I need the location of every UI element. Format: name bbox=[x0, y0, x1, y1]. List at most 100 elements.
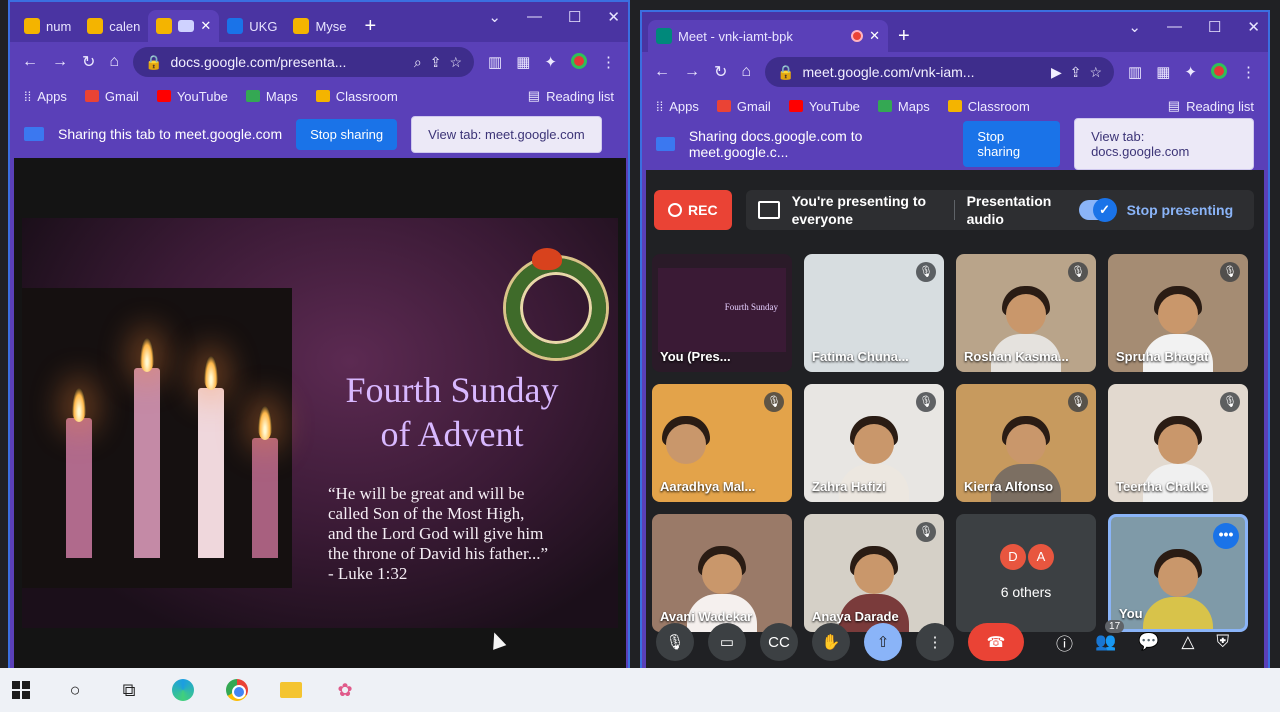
share-icon[interactable]: ⇪ bbox=[1070, 64, 1082, 81]
chrome-browser-icon[interactable] bbox=[224, 677, 250, 703]
grid-extension-icon[interactable]: ▦ bbox=[516, 53, 530, 71]
bookmark-classroom[interactable]: Classroom bbox=[947, 99, 1030, 114]
back-arrow-icon[interactable]: ← bbox=[654, 63, 670, 81]
new-tab-button[interactable]: + bbox=[355, 10, 387, 42]
new-tab-button[interactable]: + bbox=[888, 20, 920, 52]
tab-5[interactable]: Myse bbox=[285, 10, 354, 42]
camera-button[interactable]: ▭ bbox=[708, 623, 746, 661]
menu-kebab-icon[interactable]: ⋮ bbox=[601, 53, 616, 71]
bookmark-maps[interactable]: Maps bbox=[245, 89, 298, 104]
participant-tile[interactable]: 🎙 Kierra Alfonso bbox=[956, 384, 1096, 502]
forward-arrow-icon[interactable]: → bbox=[52, 53, 68, 71]
zoom-icon[interactable]: ⌕ bbox=[414, 54, 422, 71]
bookmark-star-icon[interactable]: ☆ bbox=[449, 54, 462, 71]
leave-call-button[interactable]: ☎ bbox=[968, 623, 1024, 661]
person-favicon-icon bbox=[227, 18, 244, 34]
lock-icon[interactable]: 🔒 bbox=[777, 64, 794, 81]
participant-tile-presentation[interactable]: Fourth Sunday You (Pres... bbox=[652, 254, 792, 372]
others-tile[interactable]: D A 6 others bbox=[956, 514, 1096, 632]
stop-sharing-button[interactable]: Stop sharing bbox=[963, 121, 1061, 167]
bookmark-apps[interactable]: ⁞⁞ Apps bbox=[656, 99, 699, 114]
reload-icon[interactable]: ↻ bbox=[714, 62, 727, 82]
participant-tile[interactable]: 🎙 Fatima Chuna... bbox=[804, 254, 944, 372]
profile-avatar[interactable] bbox=[571, 53, 587, 69]
task-view-icon[interactable]: ⧉ bbox=[116, 677, 142, 703]
reload-icon[interactable]: ↻ bbox=[82, 52, 95, 72]
presentation-audio-toggle[interactable] bbox=[1078, 198, 1117, 222]
close-tab-icon[interactable]: ✕ bbox=[869, 28, 880, 44]
reading-mode-icon[interactable]: ▥ bbox=[488, 53, 502, 71]
raise-hand-button[interactable]: ✋ bbox=[812, 623, 850, 661]
puzzle-extensions-icon[interactable]: ✦ bbox=[1184, 63, 1197, 81]
bookmark-youtube[interactable]: YouTube bbox=[788, 99, 860, 114]
minimize-button[interactable]: — bbox=[527, 8, 542, 26]
view-tab-button[interactable]: View tab: meet.google.com bbox=[411, 115, 602, 153]
grid-extension-icon[interactable]: ▦ bbox=[1156, 63, 1170, 81]
view-tab-button[interactable]: View tab: docs.google.com bbox=[1074, 118, 1254, 170]
recording-badge[interactable]: REC bbox=[654, 190, 732, 230]
participant-tile[interactable]: Avani Wadekar bbox=[652, 514, 792, 632]
reading-list-button[interactable]: ▤ Reading list bbox=[1168, 98, 1254, 114]
file-explorer-icon[interactable] bbox=[278, 677, 304, 703]
close-window-button[interactable]: ✕ bbox=[1247, 18, 1260, 36]
close-tab-icon[interactable]: ✕ bbox=[200, 18, 211, 34]
participant-tile[interactable]: 🎙 Teertha Chalke bbox=[1108, 384, 1248, 502]
participant-tile[interactable]: 🎙 Aaradhya Mal... bbox=[652, 384, 792, 502]
present-now-button[interactable]: ⇧ bbox=[864, 623, 902, 661]
participant-tile[interactable]: 🎙 Zahra Hafizi bbox=[804, 384, 944, 502]
minimize-button[interactable]: — bbox=[1167, 18, 1182, 36]
stop-sharing-button[interactable]: Stop sharing bbox=[296, 118, 398, 150]
share-icon[interactable]: ⇪ bbox=[430, 54, 442, 71]
reading-list-button[interactable]: ▤ Reading list bbox=[528, 88, 614, 104]
search-circle-icon[interactable]: ○ bbox=[62, 677, 88, 703]
edge-browser-icon[interactable] bbox=[170, 677, 196, 703]
bookmark-youtube[interactable]: YouTube bbox=[156, 89, 228, 104]
tab-4[interactable]: UKG bbox=[219, 10, 285, 42]
presentation-slide: Fourth Sunday of Advent “He will be grea… bbox=[22, 218, 618, 628]
bookmark-maps[interactable]: Maps bbox=[877, 99, 930, 114]
tab-search-chevron-icon[interactable]: ⌄ bbox=[1128, 18, 1141, 36]
more-options-button[interactable]: ⋮ bbox=[916, 623, 954, 661]
tab-active-slides[interactable]: ✕ bbox=[148, 10, 220, 42]
home-icon[interactable]: ⌂ bbox=[741, 63, 751, 81]
participant-name: Fatima Chuna... bbox=[812, 349, 909, 364]
close-window-button[interactable]: ✕ bbox=[607, 8, 620, 26]
meeting-details-icon[interactable]: ⓘ bbox=[1056, 630, 1073, 655]
tab-meet[interactable]: Meet - vnk-iamt-bpk ✕ bbox=[648, 20, 888, 52]
participant-tile[interactable]: 🎙 Anaya Darade bbox=[804, 514, 944, 632]
back-arrow-icon[interactable]: ← bbox=[22, 53, 38, 71]
participant-tile[interactable]: 🎙 Spruha Bhagat bbox=[1108, 254, 1248, 372]
forward-arrow-icon[interactable]: → bbox=[684, 63, 700, 81]
menu-kebab-icon[interactable]: ⋮ bbox=[1241, 63, 1256, 81]
activities-icon[interactable]: △ bbox=[1181, 632, 1194, 652]
puzzle-extensions-icon[interactable]: ✦ bbox=[544, 53, 557, 71]
chat-icon[interactable]: 💬 bbox=[1138, 632, 1159, 652]
tab-1[interactable]: num bbox=[16, 10, 79, 42]
camera-permission-icon[interactable]: ▶ bbox=[1051, 64, 1062, 81]
start-button[interactable] bbox=[8, 677, 34, 703]
maximize-button[interactable]: ☐ bbox=[1208, 18, 1221, 36]
profile-avatar[interactable] bbox=[1211, 63, 1227, 79]
lock-icon[interactable]: 🔒 bbox=[145, 54, 162, 71]
address-bar[interactable]: 🔒 docs.google.com/presenta... ⌕ ⇪ ☆ bbox=[133, 47, 475, 77]
reading-mode-icon[interactable]: ▥ bbox=[1128, 63, 1142, 81]
maximize-button[interactable]: ☐ bbox=[568, 8, 581, 26]
home-icon[interactable]: ⌂ bbox=[109, 53, 119, 71]
tab-search-chevron-icon[interactable]: ⌄ bbox=[488, 8, 501, 26]
tab-2[interactable]: calen bbox=[79, 10, 148, 42]
paint-app-icon[interactable]: ✿ bbox=[332, 677, 358, 703]
stop-presenting-button[interactable]: Stop presenting bbox=[1127, 201, 1234, 219]
participant-tile[interactable]: 🎙 Roshan Kasma... bbox=[956, 254, 1096, 372]
bookmark-star-icon[interactable]: ☆ bbox=[1089, 64, 1102, 81]
microphone-button[interactable]: 🎙 bbox=[656, 623, 694, 661]
bookmark-gmail[interactable]: Gmail bbox=[716, 99, 771, 114]
bookmark-apps[interactable]: ⁞⁞ Apps bbox=[24, 89, 67, 104]
self-video-tile[interactable]: ••• You bbox=[1108, 514, 1248, 632]
address-bar[interactable]: 🔒 meet.google.com/vnk-iam... ▶ ⇪ ☆ bbox=[765, 57, 1115, 87]
host-controls-shield-icon[interactable]: ⛨ bbox=[1216, 632, 1229, 652]
bookmark-gmail[interactable]: Gmail bbox=[84, 89, 139, 104]
more-options-icon[interactable]: ••• bbox=[1213, 523, 1239, 549]
people-button[interactable]: 👥 17 bbox=[1095, 620, 1125, 652]
captions-button[interactable]: CC bbox=[760, 623, 798, 661]
bookmark-classroom[interactable]: Classroom bbox=[315, 89, 398, 104]
